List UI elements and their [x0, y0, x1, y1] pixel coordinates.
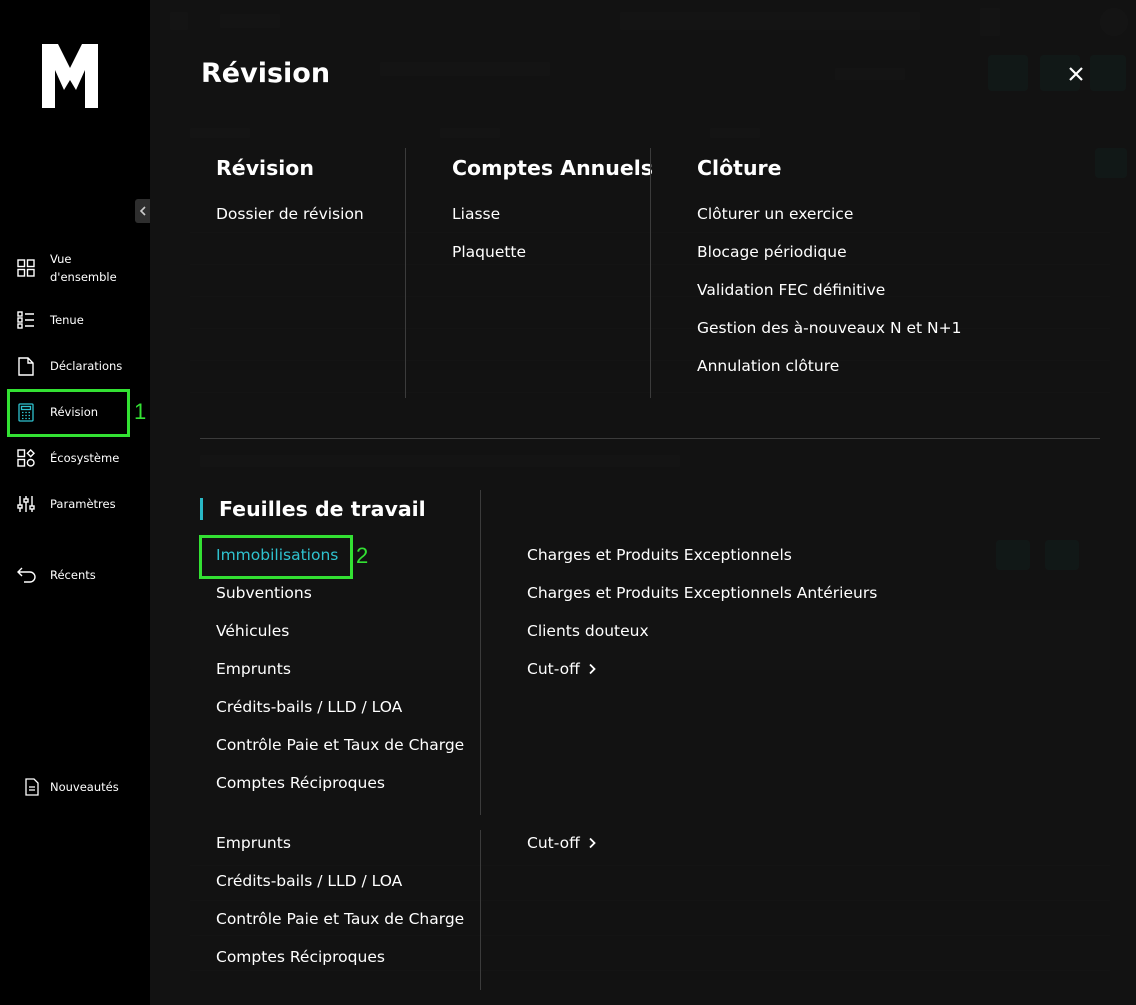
menu-link-controle-paie[interactable]: Contrôle Paie et Taux de Charge [216, 736, 464, 754]
close-icon[interactable] [1064, 62, 1088, 86]
menu-link-charges-produits-anterieurs[interactable]: Charges et Produits Exceptionnels Antéri… [527, 584, 877, 602]
nav-label-ecosysteme: Écosystème [50, 451, 120, 465]
column-divider [405, 148, 406, 398]
cut-off-label: Cut-off [527, 660, 580, 678]
nav-item-declarations[interactable]: Déclarations [16, 356, 122, 376]
chevron-right-icon [589, 663, 596, 675]
nav-item-overview[interactable]: Vue d'ensemble [16, 250, 117, 286]
column-heading-cloture: Clôture [697, 156, 782, 180]
menu-link-vehicules[interactable]: Véhicules [216, 622, 289, 640]
menu-link-emprunts[interactable]: Emprunts [216, 660, 291, 678]
section-heading-feuilles: Feuilles de travail [219, 497, 426, 521]
nav-label-nouveautes: Nouveautés [50, 780, 119, 794]
menu-link-charges-produits-exceptionnels[interactable]: Charges et Produits Exceptionnels [527, 546, 792, 564]
sidebar: Vue d'ensemble Tenue Déclarations Révisi… [0, 0, 150, 1005]
nav-item-tenue[interactable]: Tenue [16, 310, 84, 330]
menu-link-validation-fec[interactable]: Validation FEC définitive [697, 281, 885, 299]
column-divider [480, 490, 481, 815]
column-divider [650, 148, 651, 398]
highlight-number-1: 1 [134, 399, 147, 424]
nav-item-nouveautes[interactable]: Nouveautés [22, 777, 119, 797]
menu-link-gestion-a-nouveaux[interactable]: Gestion des à-nouveaux N et N+1 [697, 319, 961, 337]
column-heading-revision: Révision [216, 156, 314, 180]
menu-link-liasse[interactable]: Liasse [452, 205, 500, 223]
nav-label-declarations: Déclarations [50, 359, 123, 373]
nav-label-parametres: Paramètres [50, 497, 116, 511]
chevron-right-icon [589, 837, 596, 849]
nav-item-ecosysteme[interactable]: Écosystème [16, 448, 119, 468]
highlight-box-1 [7, 389, 130, 437]
document-icon [16, 356, 36, 376]
nav-label-recents: Récents [50, 568, 96, 582]
menu-link-credits-bails[interactable]: Crédits-bails / LLD / LOA [216, 698, 402, 716]
nav-label-overview: Vue d'ensemble [50, 252, 117, 284]
sidebar-collapse-button[interactable] [135, 199, 150, 223]
chevron-left-icon [139, 206, 146, 216]
page-icon [22, 777, 42, 797]
grid-icon [16, 258, 36, 278]
sliders-icon [16, 494, 36, 514]
revision-menu-panel: Révision Révision Dossier de révision Co… [150, 0, 1136, 1005]
section-accent-bar [200, 498, 203, 520]
highlight-box-2 [199, 535, 353, 579]
menu-link-cut-off[interactable]: Cut-off [527, 660, 596, 678]
column-divider [480, 830, 481, 990]
menu-link-subventions[interactable]: Subventions [216, 584, 312, 602]
menu-link-controle-paie-repeat[interactable]: Contrôle Paie et Taux de Charge [216, 910, 464, 928]
cut-off-label: Cut-off [527, 834, 580, 852]
menu-link-annulation-cloture[interactable]: Annulation clôture [697, 357, 839, 375]
nav-item-recents[interactable]: Récents [16, 565, 96, 585]
shapes-icon [16, 448, 36, 468]
menu-link-comptes-reciproques[interactable]: Comptes Réciproques [216, 774, 385, 792]
app-logo [42, 44, 98, 108]
menu-link-cloturer-exercice[interactable]: Clôturer un exercice [697, 205, 853, 223]
panel-title: Révision [201, 58, 331, 89]
menu-link-plaquette[interactable]: Plaquette [452, 243, 526, 261]
menu-link-emprunts-repeat[interactable]: Emprunts [216, 834, 291, 852]
menu-link-comptes-reciproques-repeat[interactable]: Comptes Réciproques [216, 948, 385, 966]
menu-link-blocage-periodique[interactable]: Blocage périodique [697, 243, 847, 261]
section-divider [200, 438, 1100, 439]
menu-link-dossier-revision[interactable]: Dossier de révision [216, 205, 364, 223]
menu-link-clients-douteux[interactable]: Clients douteux [527, 622, 649, 640]
menu-link-cut-off-repeat[interactable]: Cut-off [527, 834, 596, 852]
nav-item-parametres[interactable]: Paramètres [16, 494, 116, 514]
list-icon [16, 310, 36, 330]
column-heading-comptes-annuels: Comptes Annuels [452, 156, 653, 180]
highlight-number-2: 2 [356, 543, 369, 568]
back-arrow-icon [16, 565, 36, 585]
nav-label-tenue: Tenue [50, 313, 84, 327]
menu-link-credits-bails-repeat[interactable]: Crédits-bails / LLD / LOA [216, 872, 402, 890]
